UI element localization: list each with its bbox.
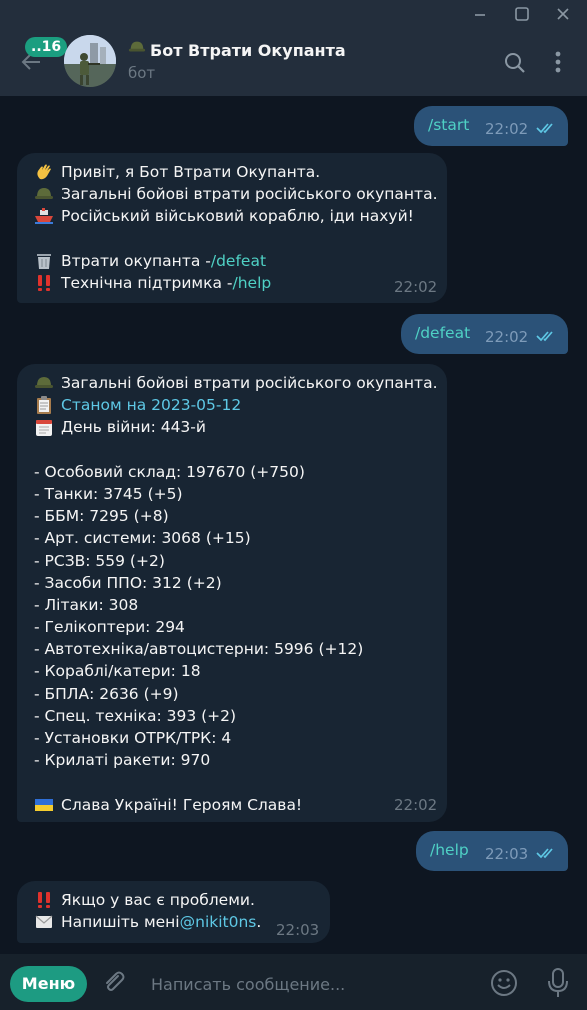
envelope-icon <box>34 911 61 933</box>
stat-line: - Гелікоптери: 294 <box>34 618 185 637</box>
unread-badge[interactable]: ..16 <box>25 37 68 57</box>
stat-line: - Засоби ППО: 312 (+2) <box>34 573 222 592</box>
message-text[interactable]: /help <box>430 839 469 861</box>
incoming-message[interactable]: Якщо у вас є проблеми. Напишіть мені @ni… <box>17 881 330 943</box>
smiley-icon[interactable] <box>489 968 519 998</box>
maximize-icon[interactable] <box>512 4 532 24</box>
stat-line: - РСЗВ: 559 (+2) <box>34 551 165 570</box>
military-helmet-icon <box>34 372 61 394</box>
waving-hand-icon <box>34 161 61 183</box>
chat-title[interactable]: Бот Втрати Окупанта <box>128 38 346 60</box>
message-text[interactable]: /defeat <box>415 322 470 344</box>
message-line: Російський військовий кораблю, іди нахуй… <box>34 205 438 227</box>
stat-line: - Спец. техніка: 393 (+2) <box>34 706 237 725</box>
message-time: 22:02 <box>394 796 438 814</box>
search-icon[interactable] <box>503 51 527 75</box>
military-helmet-icon <box>128 38 150 60</box>
stat-line: - Крилаті ракети: 970 <box>34 751 211 770</box>
stat-line: - ББМ: 7295 (+8) <box>34 507 169 526</box>
stat-line: - Установки ОТРК/ТРК: 4 <box>34 729 232 747</box>
help-command-link[interactable]: /help <box>233 272 272 294</box>
clipboard-icon <box>34 394 61 416</box>
military-helmet-icon <box>34 183 61 205</box>
message-time: 22:03 <box>276 921 320 939</box>
chat-subtitle: бот <box>128 64 156 82</box>
chat-header: ..16 Бот Втрати Окупанта бот <box>0 28 587 96</box>
message-line: Технічна підтримка - /help <box>34 272 438 294</box>
double-check-icon <box>536 123 553 134</box>
incoming-message[interactable]: Загальні бойові втрати російського окупа… <box>17 364 447 822</box>
defeat-command-link[interactable]: /defeat <box>211 250 266 272</box>
stat-line: - Автотехніка/автоцистерни: 5996 (+12) <box>34 640 364 659</box>
stat-line: - БПЛА: 2636 (+9) <box>34 684 179 703</box>
message-time: 22:03 <box>485 845 529 863</box>
outgoing-message[interactable]: /help 22:03 <box>416 831 568 871</box>
date-link[interactable]: Станом на 2023-05-12 <box>61 394 241 416</box>
stat-line: - Особовий склад: 197670 (+750) <box>34 462 305 481</box>
message-line: Загальні бойові втрати російського окупа… <box>34 372 438 394</box>
message-line: Станом на 2023-05-12 <box>34 394 438 416</box>
username-link[interactable]: @nikit0ns <box>180 911 257 933</box>
stat-line: - Кораблі/катери: 18 <box>34 662 201 681</box>
soldier-avatar-icon <box>64 35 116 87</box>
outgoing-message[interactable]: /defeat 22:02 <box>401 314 568 354</box>
stat-line: - Арт. системи: 3068 (+15) <box>34 529 251 548</box>
message-time: 22:02 <box>485 328 529 346</box>
avatar[interactable] <box>64 35 116 87</box>
message-input[interactable] <box>151 972 451 996</box>
message-line: Загальні бойові втрати російського окупа… <box>34 183 438 205</box>
message-line-empty <box>34 771 438 793</box>
calendar-icon <box>34 416 61 438</box>
message-line: Привіт, я Бот Втрати Окупанта. <box>34 161 438 183</box>
double-check-icon <box>536 331 553 342</box>
double-exclamation-icon <box>34 889 61 911</box>
double-exclamation-icon <box>34 272 61 294</box>
message-line: Напишіть мені @nikit0ns. <box>34 911 261 933</box>
microphone-icon[interactable] <box>545 967 571 999</box>
incoming-message[interactable]: Привіт, я Бот Втрати Окупанта. Загальні … <box>17 153 447 303</box>
stat-line: - Літаки: 308 <box>34 595 139 614</box>
window-titlebar <box>0 0 587 28</box>
close-icon[interactable] <box>553 4 573 24</box>
message-line: День війни: 443-й <box>34 416 438 438</box>
message-line-empty <box>34 439 438 461</box>
message-line: Втрати окупанта - /defeat <box>34 250 438 272</box>
outgoing-message[interactable]: /start 22:02 <box>414 106 568 146</box>
message-list[interactable]: /start 22:02 Привіт, я Бот Втрати Окупан… <box>0 96 587 954</box>
wastebasket-icon <box>34 250 61 272</box>
ship-icon <box>34 205 61 227</box>
message-line: Слава Україні! Героям Слава! <box>34 794 438 816</box>
message-time: 22:02 <box>394 278 438 296</box>
double-check-icon <box>536 848 553 859</box>
minimize-icon[interactable] <box>470 4 490 24</box>
paperclip-icon[interactable] <box>100 968 128 996</box>
composer-bar: Меню <box>0 954 587 1010</box>
chat-title-text: Бот Втрати Окупанта <box>150 41 346 60</box>
message-text[interactable]: /start <box>428 114 469 136</box>
more-vertical-icon[interactable] <box>549 49 567 75</box>
message-time: 22:02 <box>485 120 529 138</box>
message-line-empty <box>34 228 438 250</box>
message-line: Якщо у вас є проблеми. <box>34 889 261 911</box>
stat-line: - Танки: 3745 (+5) <box>34 484 183 503</box>
menu-button[interactable]: Меню <box>10 966 87 1002</box>
ukraine-flag-icon <box>34 794 61 816</box>
